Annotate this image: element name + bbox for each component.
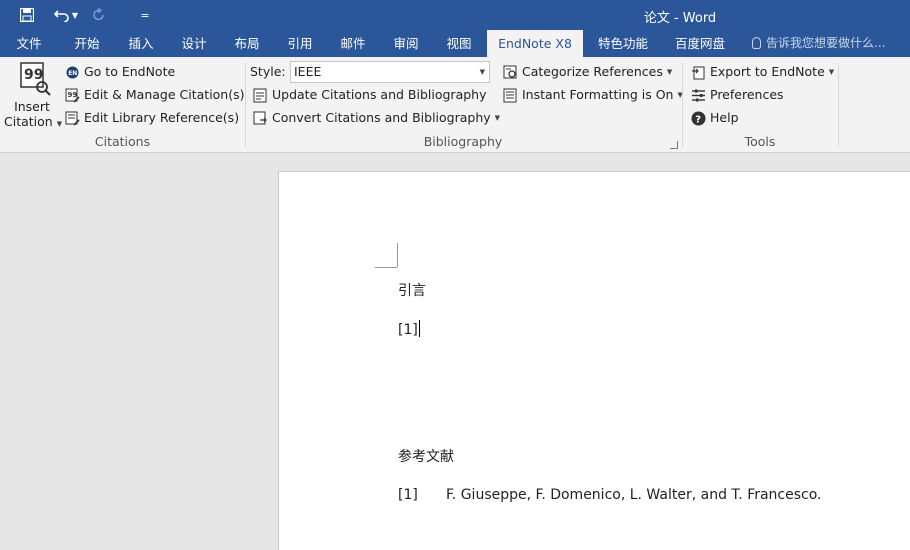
instant-formatting-icon xyxy=(502,87,518,103)
style-label: Style: xyxy=(250,64,286,79)
tell-me-text: 告诉我您想要做什么... xyxy=(766,36,886,50)
tab-baidu-netdisk[interactable]: 百度网盘 xyxy=(669,30,731,57)
help-icon: ? xyxy=(690,110,706,126)
redo-button[interactable] xyxy=(85,0,113,30)
update-citations-button[interactable]: Update Citations and Bibliography xyxy=(252,85,487,105)
tab-references[interactable]: 引用 xyxy=(276,30,324,57)
svg-text:?: ? xyxy=(695,114,701,125)
svg-text:99: 99 xyxy=(24,67,43,83)
tab-design[interactable]: 设计 xyxy=(170,30,218,57)
undo-button[interactable]: ▼ xyxy=(47,0,85,30)
undo-dropdown-icon[interactable]: ▼ xyxy=(72,11,78,20)
quick-access-toolbar: ▼ = xyxy=(0,0,159,30)
tab-layout[interactable]: 布局 xyxy=(223,30,271,57)
tab-review[interactable]: 审阅 xyxy=(382,30,430,57)
edit-citation-icon: 99 xyxy=(64,87,80,103)
instant-formatting-button[interactable]: Instant Formatting is On ▼ xyxy=(502,85,683,105)
endnote-logo-icon: EN xyxy=(64,64,80,80)
style-dropdown[interactable]: IEEE ▼ xyxy=(290,61,490,83)
edit-manage-citations-button[interactable]: 99 Edit & Manage Citation(s) xyxy=(64,85,245,105)
reference-number: [1] xyxy=(398,487,418,503)
tell-me-box[interactable]: 告诉我您想要做什么... xyxy=(752,30,885,57)
window-title: 论文 - Word xyxy=(643,11,717,26)
ribbon-tab-bar: 文件 开始 插入 设计 布局 引用 邮件 审阅 视图 EndNote X8 特色… xyxy=(0,30,910,57)
lightbulb-icon xyxy=(752,37,761,49)
insert-citation-label-line1: Insert xyxy=(14,99,50,114)
insert-citation-button[interactable]: 99 Insert Citation ▼ xyxy=(4,61,63,129)
bibliography-dialog-launcher-icon[interactable] xyxy=(670,141,678,149)
citations-group-label: Citations xyxy=(94,134,151,149)
title-bar: ▼ = 论文 - Word xyxy=(0,0,910,30)
style-value: IEEE xyxy=(294,64,322,79)
reference-entry: F. Giuseppe, F. Domenico, L. Walter, and… xyxy=(446,487,822,503)
in-text-citation[interactable]: [1] xyxy=(398,320,420,338)
tab-view[interactable]: 视图 xyxy=(435,30,483,57)
style-dropdown-arrow-icon[interactable]: ▼ xyxy=(480,62,485,82)
text-cursor xyxy=(418,320,420,337)
document-canvas: 引言 [1] 参考文献 [1] F. Giuseppe, F. Domenico… xyxy=(0,153,910,550)
convert-citations-icon xyxy=(252,110,268,126)
export-to-endnote-button[interactable]: Export to EndNote ▼ xyxy=(690,62,834,82)
tab-mailings[interactable]: 邮件 xyxy=(329,30,377,57)
document-page[interactable]: 引言 [1] 参考文献 [1] F. Giuseppe, F. Domenico… xyxy=(278,171,910,550)
tools-group-label: Tools xyxy=(744,134,776,149)
categorize-dropdown-icon[interactable]: ▼ xyxy=(667,62,672,82)
svg-text:99: 99 xyxy=(67,91,77,99)
preferences-icon xyxy=(690,87,706,103)
heading-introduction: 引言 xyxy=(398,283,426,299)
insert-citation-icon: 99 xyxy=(12,61,52,97)
preferences-button[interactable]: Preferences xyxy=(690,85,784,105)
go-to-endnote-button[interactable]: EN Go to EndNote xyxy=(64,62,175,82)
tab-file[interactable]: 文件 xyxy=(5,30,53,57)
undo-icon xyxy=(53,10,69,22)
insert-citation-dropdown-icon: ▼ xyxy=(56,120,63,128)
insert-citation-label-line2: Citation xyxy=(4,114,53,129)
margin-mark xyxy=(375,267,397,268)
tab-endnote[interactable]: EndNote X8 xyxy=(487,30,583,57)
tab-home[interactable]: 开始 xyxy=(63,30,111,57)
edit-library-icon xyxy=(64,110,80,126)
customize-qat-button[interactable]: = xyxy=(131,0,159,30)
margin-mark xyxy=(397,243,398,267)
convert-citations-button[interactable]: Convert Citations and Bibliography ▼ xyxy=(252,108,500,128)
save-icon xyxy=(20,8,34,22)
save-button[interactable] xyxy=(13,0,41,30)
ribbon-panel: 99 Insert Citation ▼ EN Go to EndNote 99 … xyxy=(0,57,910,153)
svg-text:EN: EN xyxy=(68,70,77,77)
help-button[interactable]: ? Help xyxy=(690,108,739,128)
heading-references: 参考文献 xyxy=(398,449,454,465)
export-dropdown-icon[interactable]: ▼ xyxy=(829,62,834,82)
update-citations-icon xyxy=(252,87,268,103)
export-icon xyxy=(690,64,706,80)
group-divider xyxy=(838,63,839,147)
categorize-references-button[interactable]: Categorize References ▼ xyxy=(502,62,672,82)
edit-library-reference-button[interactable]: Edit Library Reference(s) xyxy=(64,108,239,128)
tab-insert[interactable]: 插入 xyxy=(117,30,165,57)
categorize-icon xyxy=(502,64,518,80)
bibliography-group-label: Bibliography xyxy=(423,134,503,149)
redo-icon xyxy=(93,8,104,21)
tab-special-features[interactable]: 特色功能 xyxy=(592,30,654,57)
convert-dropdown-icon[interactable]: ▼ xyxy=(495,108,500,128)
